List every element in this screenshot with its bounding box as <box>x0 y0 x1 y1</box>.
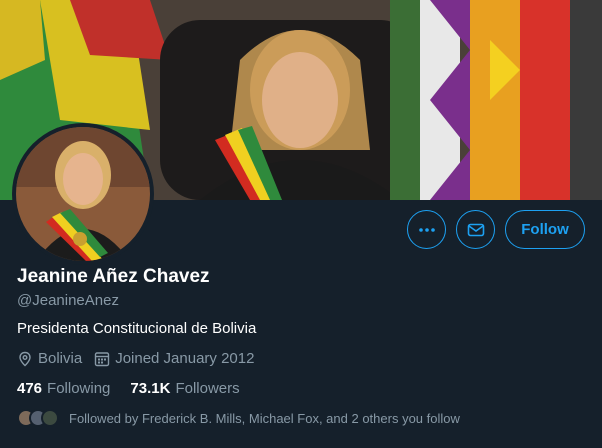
profile-handle: @JeanineAnez <box>17 292 119 309</box>
following-link[interactable]: 476 Following <box>17 380 110 397</box>
message-button[interactable] <box>456 210 495 249</box>
profile-stats: 476 Following 73.1K Followers <box>17 380 260 397</box>
profile-meta: Bolivia Joined January 2012 <box>17 350 266 367</box>
following-count: 476 <box>17 380 43 397</box>
followed-by[interactable]: Followed by Frederick B. Mills, Michael … <box>17 409 460 427</box>
follow-button[interactable]: Follow <box>505 210 585 249</box>
envelope-icon <box>467 223 484 236</box>
followers-link[interactable]: 73.1K Followers <box>130 380 239 397</box>
location-pin-icon <box>19 351 31 366</box>
more-button[interactable] <box>407 210 446 249</box>
calendar-icon <box>94 351 110 366</box>
followers-label: Followers <box>175 380 240 397</box>
location-text: Bolivia <box>38 350 83 367</box>
profile-bio: Presidenta Constitucional de Bolivia <box>17 320 257 337</box>
profile-name: Jeanine Añez Chavez <box>17 266 210 287</box>
joined-text: Joined January 2012 <box>115 350 255 367</box>
followers-count: 73.1K <box>130 380 171 397</box>
follower-avatar <box>41 409 59 427</box>
profile-avatar[interactable] <box>12 123 154 265</box>
profile-actions: Follow <box>407 210 585 249</box>
more-icon <box>418 227 435 232</box>
following-label: Following <box>47 380 111 397</box>
followed-by-text: Followed by Frederick B. Mills, Michael … <box>69 410 460 426</box>
joined-date: Joined January 2012 <box>94 350 254 367</box>
location: Bolivia <box>17 350 82 367</box>
